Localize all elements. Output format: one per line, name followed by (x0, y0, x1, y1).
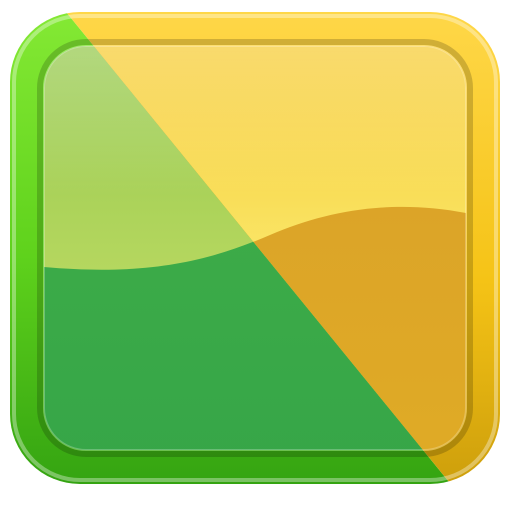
app-icon-stage (0, 0, 512, 512)
app-launcher-icon[interactable] (0, 0, 512, 512)
panel-gloss (44, 46, 466, 196)
icon-panel (44, 46, 466, 450)
